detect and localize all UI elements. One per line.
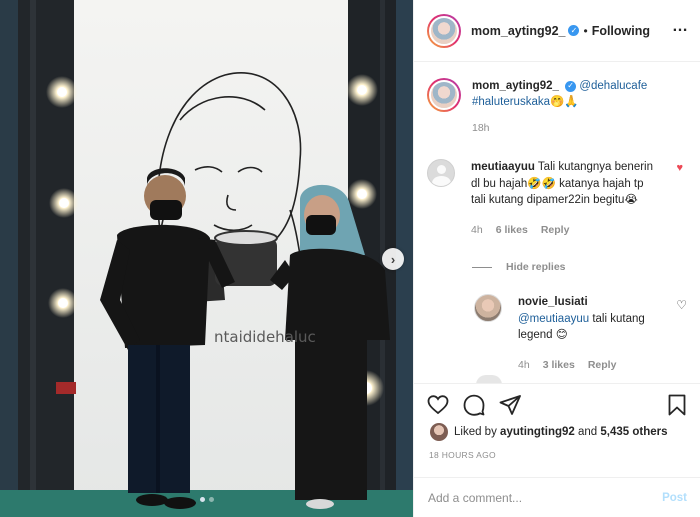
liker-avatar[interactable]	[430, 423, 448, 441]
caption-body: mom_ayting92_ ✓ @dehalucafe #haluteruska…	[472, 78, 682, 136]
comment-body: meutiaayuu Tali kutangnya benerin dl bu …	[471, 159, 661, 238]
verified-badge-icon: ✓	[568, 25, 580, 36]
next-photo-button[interactable]: ›	[382, 248, 404, 270]
likes-count[interactable]: 5,435 others	[600, 426, 667, 438]
heart-icon[interactable]	[426, 393, 450, 417]
reply-reply-button[interactable]: Reply	[588, 357, 617, 374]
commenter-avatar[interactable]	[427, 159, 455, 187]
post-photo[interactable]: ntaididehaluc ›	[0, 0, 413, 517]
comment-username[interactable]: meutiaayuu	[471, 161, 535, 173]
add-comment-bar: Post	[414, 477, 700, 517]
comment-meta: 4h 6 likes Reply	[471, 222, 661, 239]
next-comment-avatar	[476, 375, 502, 383]
carousel-dot	[209, 497, 214, 502]
comments-list[interactable]: mom_ayting92_ ✓ @dehalucafe #haluteruska…	[414, 63, 700, 383]
reply-meta: 4h 3 likes Reply	[518, 357, 663, 374]
likes-connector: and	[578, 426, 598, 438]
post-sidebar: mom_ayting92_ ✓ • Following … mom_ayting…	[413, 0, 700, 517]
caption-emoji: 🤭🙏	[550, 96, 579, 108]
likes-summary: Liked by ayutingting92 and 5,435 others	[430, 423, 668, 441]
likes-prefix: Liked by	[454, 426, 497, 438]
carousel-dot-active	[200, 497, 205, 502]
comment-reply-button[interactable]: Reply	[541, 222, 570, 239]
heart-filled-icon[interactable]: ♥	[676, 162, 683, 174]
caption-author-avatar[interactable]	[427, 78, 461, 112]
caption-hashtag[interactable]: #haluteruskaka	[472, 96, 550, 108]
author-avatar[interactable]	[427, 13, 461, 48]
post-header: mom_ayting92_ ✓ • Following …	[414, 0, 700, 62]
caption-avatar-image	[429, 80, 459, 110]
reply-item: novie_lusiati @meutiaayuu tali kutang le…	[474, 294, 699, 373]
comment-time[interactable]: 4h	[471, 222, 483, 239]
carousel-indicator	[200, 497, 214, 502]
wall-lettering: ntaididehaluc	[214, 328, 316, 346]
comment-item: meutiaayuu Tali kutangnya benerin dl bu …	[427, 159, 697, 238]
caption-username[interactable]: mom_ayting92_	[472, 80, 559, 92]
following-button[interactable]: Following	[592, 24, 650, 38]
liker-username[interactable]: ayutingting92	[500, 426, 575, 438]
share-icon[interactable]	[498, 393, 522, 417]
more-options-icon[interactable]: …	[672, 19, 689, 35]
hide-replies-label: Hide replies	[506, 261, 566, 273]
comment-icon[interactable]	[462, 393, 486, 417]
reply-likes[interactable]: 3 likes	[543, 357, 575, 374]
author-username[interactable]: mom_ayting92_	[471, 24, 565, 38]
reply-mention[interactable]: @meutiaayuu	[518, 313, 589, 325]
post-comment-button[interactable]: Post	[662, 492, 687, 504]
reply-time[interactable]: 4h	[518, 357, 530, 374]
author-avatar-image	[429, 15, 459, 46]
caption-mention[interactable]: @dehalucafe	[579, 80, 647, 92]
photo-scene: ntaididehaluc	[0, 0, 413, 517]
caption-time[interactable]: 18h	[472, 120, 682, 136]
comment-likes[interactable]: 6 likes	[496, 222, 528, 239]
bookmark-icon[interactable]	[665, 393, 689, 417]
post-timestamp[interactable]: 18 HOURS AGO	[429, 450, 496, 460]
post-caption: mom_ayting92_ ✓ @dehalucafe #haluteruska…	[427, 78, 682, 136]
comment-input[interactable]	[428, 491, 663, 505]
chevron-right-icon: ›	[390, 251, 396, 267]
heart-outline-icon[interactable]: ♡	[676, 298, 687, 312]
post-actions: Liked by ayutingting92 and 5,435 others …	[414, 383, 700, 517]
header-separator: •	[583, 23, 588, 38]
verified-badge-icon: ✓	[565, 80, 577, 92]
action-icons	[426, 393, 522, 417]
hide-replies-button[interactable]: Hide replies	[472, 261, 566, 273]
divider-line	[472, 266, 492, 268]
reply-body: novie_lusiati @meutiaayuu tali kutang le…	[518, 294, 663, 373]
replier-avatar[interactable]	[474, 294, 502, 322]
reply-username[interactable]: novie_lusiati	[518, 296, 588, 308]
